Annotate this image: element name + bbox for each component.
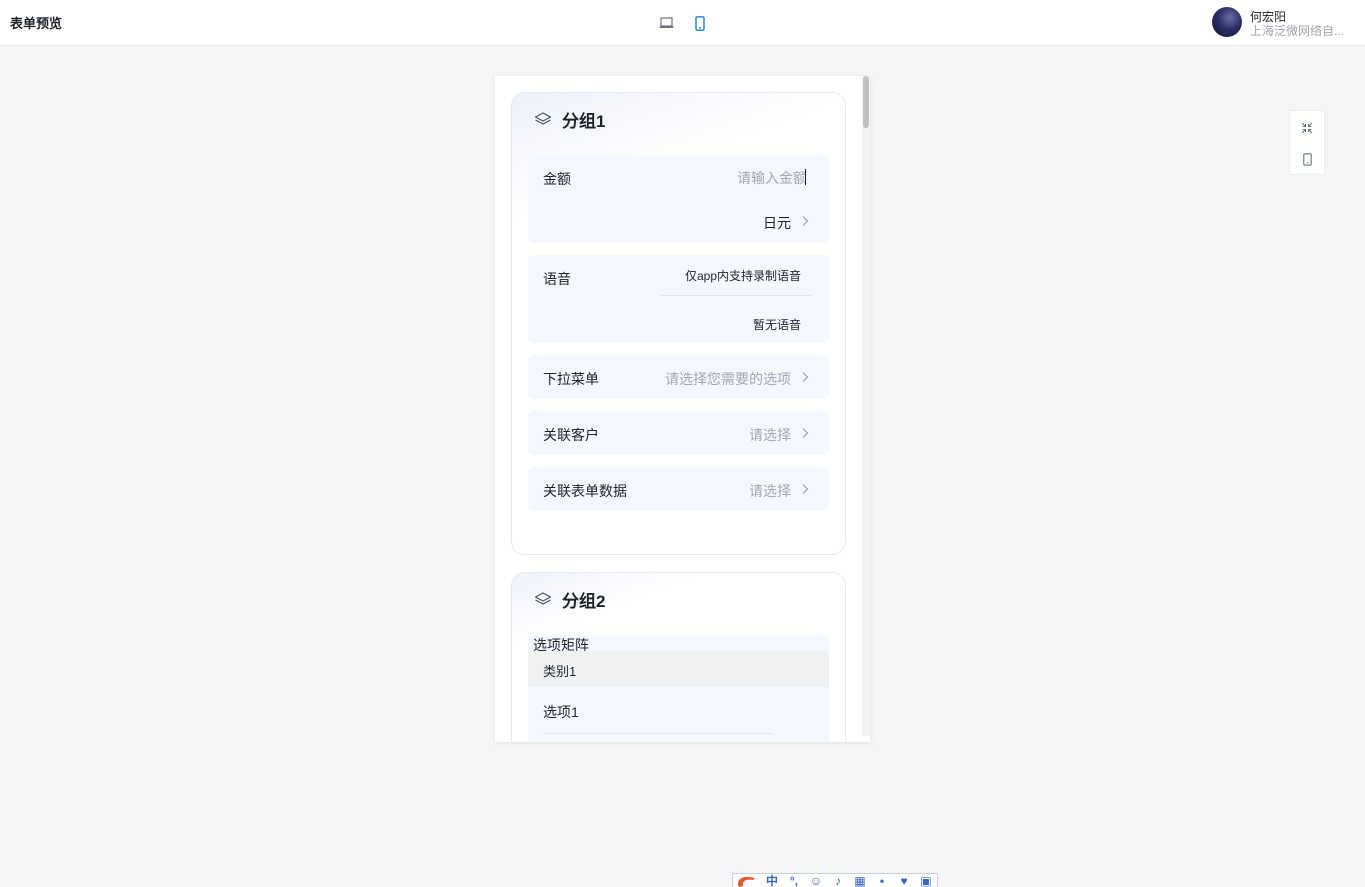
scrollbar-thumb[interactable]	[863, 76, 869, 128]
mobile-form-preview: 分组1 金额 日元 语音 仅app内支持录制语音 暂无语音 下拉菜单 请选择您需…	[495, 76, 870, 742]
toolbox-icon[interactable]: ▣	[915, 874, 937, 887]
voice-label: 语音	[543, 271, 571, 287]
related-form-data-field[interactable]: 关联表单数据 请选择	[528, 467, 829, 511]
avatar[interactable]	[1212, 7, 1242, 37]
user-menu[interactable]: 何宏阳 上海泛微网络自...	[1212, 7, 1362, 39]
text-caret	[805, 169, 806, 185]
user-org: 上海泛微网络自...	[1250, 24, 1345, 38]
group-title: 分组2	[562, 591, 606, 611]
laptop-icon	[659, 17, 673, 28]
layers-icon	[534, 110, 552, 128]
microphone-icon[interactable]: ♪	[827, 874, 849, 887]
currency-select[interactable]: 日元	[709, 205, 829, 235]
voice-hint: 仅app内支持录制语音	[684, 269, 801, 283]
preview-tools	[1289, 110, 1325, 175]
group-header: 分组2	[534, 588, 606, 611]
chevron-right-icon	[802, 216, 809, 226]
fullscreen-button[interactable]	[1290, 112, 1324, 144]
ime-mode-toggle[interactable]: 中	[761, 874, 783, 887]
phone-icon	[1302, 152, 1312, 166]
form-group-2: 分组2 选项矩阵 类别1 选项1	[511, 572, 846, 742]
emoji-icon[interactable]: ☺	[805, 874, 827, 887]
divider	[543, 733, 773, 734]
keyboard-icon[interactable]: ▦	[849, 874, 871, 887]
amount-field: 金额 日元	[528, 155, 829, 243]
group-title: 分组1	[562, 111, 606, 131]
group-header: 分组1	[534, 108, 606, 131]
matrix-option-label[interactable]: 选项1	[543, 702, 579, 722]
related-form-data-placeholder: 请选择	[749, 483, 791, 499]
dropdown-placeholder: 请选择您需要的选项	[665, 371, 791, 387]
voice-field: 语音 仅app内支持录制语音 暂无语音	[528, 255, 829, 343]
matrix-category-row: 类别1	[528, 651, 829, 687]
related-customer-field[interactable]: 关联客户 请选择	[528, 411, 829, 455]
phone-icon	[695, 15, 705, 31]
chevron-right-icon	[802, 484, 809, 494]
amount-input[interactable]	[667, 168, 807, 188]
page-title: 表单预览	[10, 16, 63, 31]
punctuation-icon[interactable]: °,	[783, 874, 805, 887]
sogou-logo-icon	[735, 874, 761, 887]
user-icon[interactable]: •	[871, 874, 893, 887]
chevron-right-icon	[802, 372, 809, 382]
desktop-preview-button[interactable]	[656, 13, 676, 33]
related-customer-placeholder: 请选择	[749, 427, 791, 443]
form-group-1: 分组1 金额 日元 语音 仅app内支持录制语音 暂无语音 下拉菜单 请选择您需…	[511, 92, 846, 555]
ime-toolbar: 中 °, ☺ ♪ ▦ • ♥ ▣	[732, 873, 938, 887]
dropdown-label: 下拉菜单	[543, 371, 599, 387]
matrix-category-label: 类别1	[543, 664, 577, 679]
chevron-right-icon	[802, 428, 809, 438]
amount-label: 金额	[543, 171, 571, 187]
divider	[660, 295, 812, 296]
currency-value: 日元	[763, 215, 791, 231]
dropdown-field[interactable]: 下拉菜单 请选择您需要的选项	[528, 355, 829, 399]
related-customer-label: 关联客户	[543, 427, 599, 443]
top-bar: 表单预览 何宏阳 上海泛微网络自...	[0, 0, 1365, 46]
voice-empty-text: 暂无语音	[752, 318, 801, 332]
option-matrix-field: 选项矩阵 类别1 选项1	[528, 635, 829, 742]
mobile-preview-button[interactable]	[690, 13, 710, 33]
device-frame-button[interactable]	[1290, 143, 1324, 175]
preview-scrollbar[interactable]	[862, 76, 870, 736]
skin-icon[interactable]: ♥	[893, 874, 915, 887]
related-form-data-label: 关联表单数据	[543, 483, 627, 499]
collapse-icon	[1301, 122, 1313, 134]
layers-icon	[534, 590, 552, 608]
